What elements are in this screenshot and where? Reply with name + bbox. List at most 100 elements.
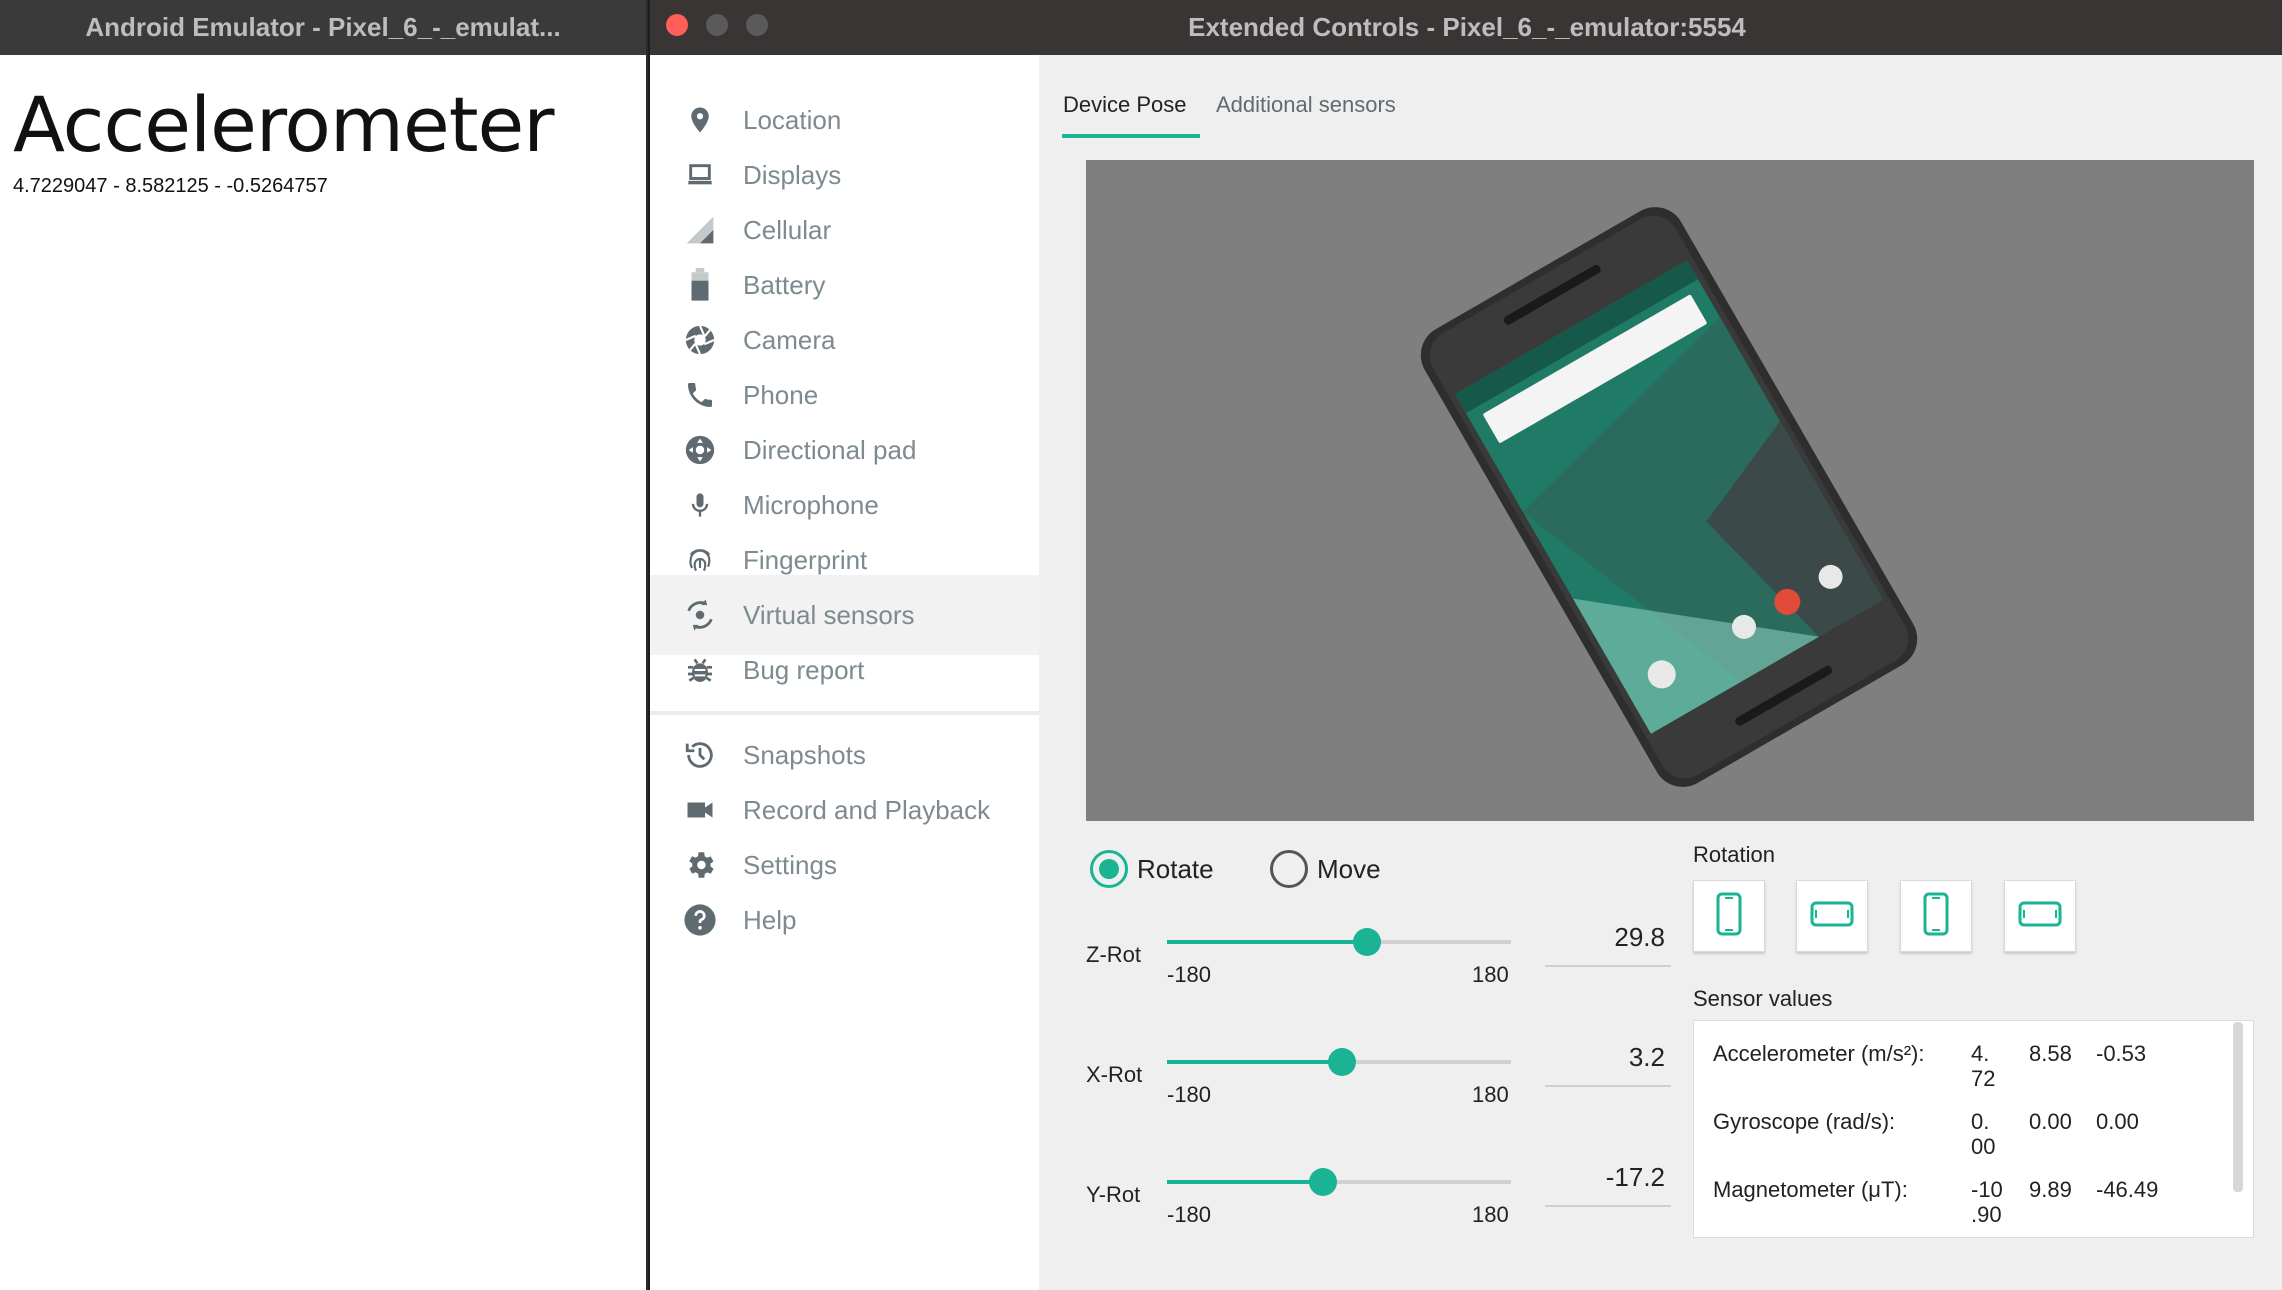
z-rot-min-label: -180 bbox=[1167, 962, 1212, 987]
rotate-reverse-landscape-button[interactable] bbox=[2004, 880, 2076, 952]
x-rot-max-label: 180 bbox=[1472, 1082, 1509, 1107]
sidebar-item-label: Battery bbox=[743, 269, 826, 300]
sidebar-item-label: Record and Playback bbox=[743, 794, 991, 825]
app-heading: Accelerometer bbox=[13, 80, 555, 169]
rotate-radio[interactable] bbox=[1090, 850, 1128, 888]
sidebar-item-label: Displays bbox=[743, 159, 842, 190]
z-rot-label: Z-Rot bbox=[1086, 942, 1141, 967]
y-rot-value-underline bbox=[1545, 1205, 1671, 1207]
camera-aperture-icon bbox=[682, 322, 718, 358]
sidebar-item-label: Bug report bbox=[743, 654, 865, 685]
z-rot-slider-handle[interactable] bbox=[1353, 928, 1382, 956]
rotation-section-title: Rotation bbox=[1693, 842, 1775, 867]
microphone-icon bbox=[682, 487, 718, 523]
sensor-value-x-part: 0. bbox=[1971, 1109, 1990, 1134]
sensor-values-title: Sensor values bbox=[1693, 986, 1833, 1011]
x-rot-min-label: -180 bbox=[1167, 1082, 1212, 1107]
x-rot-slider-fill bbox=[1167, 1060, 1343, 1064]
reverse-landscape-icon bbox=[2018, 900, 2062, 933]
gear-icon bbox=[682, 847, 718, 883]
sensor-value-x-part: 00 bbox=[1971, 1134, 1996, 1159]
dpad-icon bbox=[682, 432, 718, 468]
history-icon bbox=[682, 737, 718, 773]
rotate-radio-label[interactable]: Rotate bbox=[1137, 854, 1214, 885]
move-radio[interactable] bbox=[1270, 850, 1308, 888]
sidebar-item-label: Snapshots bbox=[743, 739, 866, 770]
sidebar-item-label: Directional pad bbox=[743, 434, 917, 465]
y-rot-slider-fill bbox=[1167, 1180, 1323, 1184]
portrait-icon bbox=[1715, 892, 1743, 941]
location-pin-icon bbox=[682, 102, 718, 138]
landscape-icon bbox=[1810, 900, 1854, 933]
sidebar-item-label: Settings bbox=[743, 849, 837, 880]
android-emulator-window: Android Emulator - Pixel_6_-_emulat... A… bbox=[0, 0, 646, 1290]
sensor-name: Accelerometer (m/s²): bbox=[1713, 1041, 1925, 1066]
y-rot-max-label: 180 bbox=[1472, 1202, 1509, 1227]
sidebar-item-bug-report[interactable]: Bug report bbox=[650, 630, 1039, 710]
sidebar-item-label: Help bbox=[743, 904, 797, 935]
z-rot-value-field[interactable]: 29.8 bbox=[1545, 922, 1665, 953]
extended-controls-title-bar[interactable]: Extended Controls - Pixel_6_-_emulator:5… bbox=[650, 0, 2282, 55]
move-radio-label[interactable]: Move bbox=[1317, 854, 1381, 885]
y-rot-value-field[interactable]: -17.2 bbox=[1545, 1162, 1665, 1193]
sensor-value-x-part: 4. bbox=[1971, 1041, 1990, 1066]
rotate-reverse-portrait-button[interactable] bbox=[1900, 880, 1972, 952]
y-rot-min-label: -180 bbox=[1167, 1202, 1212, 1227]
reverse-portrait-icon bbox=[1922, 892, 1950, 941]
maximize-window-button[interactable] bbox=[746, 14, 768, 36]
signal-icon bbox=[682, 212, 718, 248]
sensor-values-panel[interactable]: Accelerometer (m/s²): 4. 72 8.58 -0.53 Gy… bbox=[1693, 1020, 2254, 1238]
z-rot-slider-fill bbox=[1167, 940, 1368, 944]
sidebar-item-label: Phone bbox=[743, 379, 819, 410]
sensor-value-z: -46.49 bbox=[2096, 1177, 2159, 1202]
help-icon bbox=[682, 902, 718, 938]
extended-controls-window: Extended Controls - Pixel_6_-_emulator:5… bbox=[648, 0, 2282, 1290]
y-rot-label: Y-Rot bbox=[1086, 1182, 1141, 1207]
fingerprint-icon bbox=[682, 542, 718, 578]
active-tab-indicator bbox=[1062, 134, 1200, 138]
x-rot-label: X-Rot bbox=[1086, 1062, 1143, 1087]
z-rot-value-underline bbox=[1545, 965, 1671, 967]
z-rot-max-label: 180 bbox=[1472, 962, 1509, 987]
x-rot-value-field[interactable]: 3.2 bbox=[1545, 1042, 1665, 1073]
sidebar-item-label: Camera bbox=[743, 324, 836, 355]
sensor-name: Gyroscope (rad/s): bbox=[1713, 1109, 1896, 1134]
emulator-title-bar[interactable]: Android Emulator - Pixel_6_-_emulat... bbox=[0, 0, 646, 55]
sidebar-item-label: Cellular bbox=[743, 214, 832, 245]
sensor-value-x: -10.90 bbox=[1971, 1177, 2003, 1227]
rotate-portrait-button[interactable] bbox=[1693, 880, 1765, 952]
emulator-window-title: Android Emulator - Pixel_6_-_emulat... bbox=[85, 12, 561, 42]
sidebar-item-label: Virtual sensors bbox=[743, 599, 915, 630]
minimize-window-button[interactable] bbox=[706, 14, 728, 36]
sidebar-item-label: Microphone bbox=[743, 489, 879, 520]
sensor-value-x-part: 72 bbox=[1971, 1066, 1996, 1091]
x-rot-value-underline bbox=[1545, 1085, 1671, 1087]
sidebar-item-label: Fingerprint bbox=[743, 544, 868, 575]
phone-3d-model bbox=[1420, 207, 1918, 787]
rotate-landscape-button[interactable] bbox=[1796, 880, 1868, 952]
device-pose-viewport[interactable] bbox=[1086, 160, 2254, 821]
extended-controls-title: Extended Controls - Pixel_6_-_emulator:5… bbox=[1188, 12, 1746, 42]
sensor-value-x: 0. 00 bbox=[1971, 1109, 1995, 1159]
sidebar-item-label: Location bbox=[743, 104, 842, 135]
sensor-value-y: 8.58 bbox=[2029, 1041, 2072, 1066]
virtual-sensors-icon bbox=[682, 597, 718, 633]
x-rot-slider-handle[interactable] bbox=[1328, 1048, 1357, 1076]
video-camera-icon bbox=[682, 792, 718, 828]
display-icon bbox=[682, 157, 718, 193]
sensor-value-z: -0.53 bbox=[2096, 1041, 2147, 1066]
close-window-button[interactable] bbox=[666, 14, 688, 36]
phone-icon bbox=[682, 377, 718, 413]
sensor-values-scrollbar[interactable] bbox=[2233, 1022, 2243, 1192]
accelerometer-readout: 4.7229047 - 8.582125 - -0.5264757 bbox=[13, 175, 328, 197]
tab-device-pose[interactable]: Device Pose bbox=[1063, 92, 1187, 118]
sensor-value-y: 0.00 bbox=[2029, 1109, 2072, 1134]
sensor-value-x: 4. 72 bbox=[1971, 1041, 1995, 1091]
sensor-value-y: 9.89 bbox=[2029, 1177, 2072, 1202]
sidebar-item-help[interactable]: Help bbox=[650, 880, 1039, 960]
tab-additional-sensors[interactable]: Additional sensors bbox=[1216, 92, 1396, 118]
sensor-value-z: 0.00 bbox=[2096, 1109, 2139, 1134]
y-rot-slider-handle[interactable] bbox=[1308, 1168, 1337, 1196]
sensor-name: Magnetometer (μT): bbox=[1713, 1177, 1908, 1202]
sidebar: Location Displays Cellular Battery Camer… bbox=[650, 55, 1039, 1290]
